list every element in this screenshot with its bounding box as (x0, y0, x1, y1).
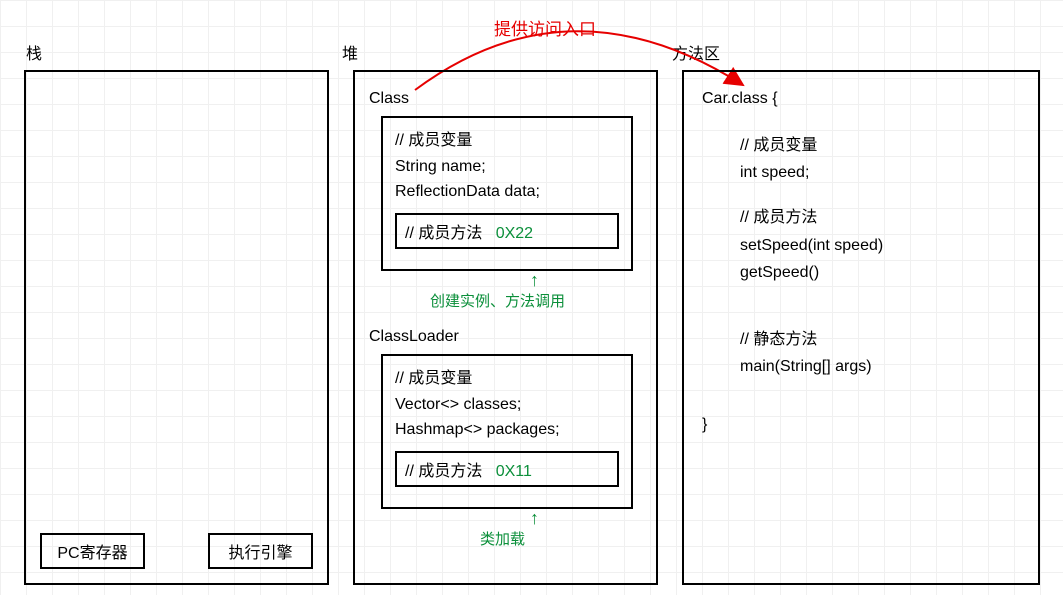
classloader-member-var-1: Vector<> classes; (395, 392, 619, 418)
classloader-method-box: // 成员方法 0X11 (395, 451, 619, 487)
pc-register-box: PC寄存器 (40, 533, 145, 569)
car-member-var-comment: // 成员变量 (740, 132, 883, 159)
class-member-var-comment: // 成员变量 (395, 128, 619, 154)
class-method-comment: // 成员方法 (405, 225, 482, 242)
class-member-var-2: ReflectionData data; (395, 179, 619, 205)
class-method-addr: 0X22 (496, 225, 533, 242)
car-member-var-1: int speed; (740, 159, 883, 186)
car-static-comment: // 静态方法 (740, 326, 883, 353)
class-arrow-up-icon: ↑ (530, 270, 539, 291)
car-close-brace: } (702, 416, 707, 434)
exec-engine-box: 执行引擎 (208, 533, 313, 569)
method-area-title: 方法区 (672, 40, 720, 64)
classloader-box: // 成员变量 Vector<> classes; Hashmap<> pack… (381, 354, 633, 509)
exec-engine-label: 执行引擎 (228, 545, 292, 562)
heap-panel: Class // 成员变量 String name; ReflectionDat… (353, 70, 658, 585)
car-class-name: Car.class { (702, 90, 778, 108)
car-method-comment: // 成员方法 (740, 204, 883, 231)
car-method-1: setSpeed(int speed) (740, 232, 883, 259)
car-method-2: getSpeed() (740, 259, 883, 286)
classloader-member-var-2: Hashmap<> packages; (395, 417, 619, 443)
class-annotation: 创建实例、方法调用 (430, 290, 565, 311)
class-title: Class (369, 90, 409, 108)
classloader-method-addr: 0X11 (496, 463, 532, 480)
classloader-annotation: 类加载 (480, 528, 525, 549)
classloader-title: ClassLoader (369, 328, 459, 346)
classloader-arrow-up-icon: ↑ (530, 508, 539, 529)
access-entry-annotation: 提供访问入口 (494, 15, 596, 40)
class-method-box: // 成员方法 0X22 (395, 213, 619, 249)
car-static-method: main(String[] args) (740, 353, 883, 380)
heap-title: 堆 (342, 40, 358, 64)
stack-panel: PC寄存器 执行引擎 (24, 70, 329, 585)
classloader-member-var-comment: // 成员变量 (395, 366, 619, 392)
classloader-method-comment: // 成员方法 (405, 463, 482, 480)
class-member-var-1: String name; (395, 154, 619, 180)
method-area-panel: Car.class { // 成员变量 int speed; // 成员方法 s… (682, 70, 1040, 585)
class-box: // 成员变量 String name; ReflectionData data… (381, 116, 633, 271)
pc-register-label: PC寄存器 (57, 545, 127, 562)
stack-title: 栈 (26, 40, 42, 64)
